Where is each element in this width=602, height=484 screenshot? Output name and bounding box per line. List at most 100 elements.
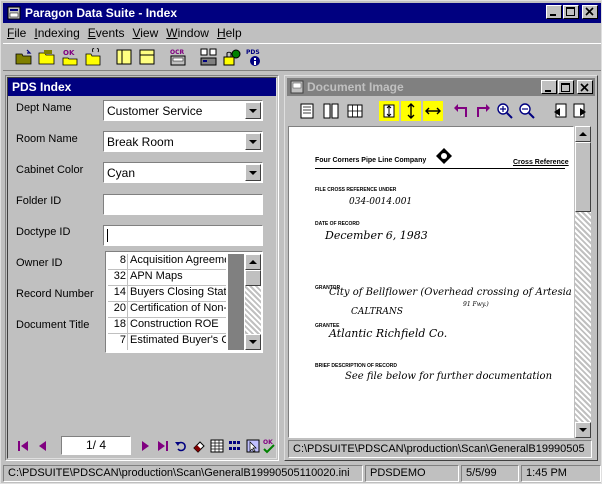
status-file-path: C:\PDSUITE\PDSCAN\production\Scan\Genera…: [3, 465, 363, 482]
last-icon: [158, 441, 168, 451]
document-toolbar: [287, 98, 595, 124]
room-name-dropdown-button[interactable]: [245, 133, 261, 150]
app-window: Paragon Data Suite - Index File Indexing…: [0, 0, 602, 484]
dept-name-dropdown-button[interactable]: [245, 102, 261, 119]
single-page-icon: [300, 103, 314, 119]
doc-minimize-button[interactable]: [541, 80, 557, 94]
doc-scroll-up-button[interactable]: [575, 126, 591, 142]
folder-id-field[interactable]: [103, 194, 263, 215]
fit-height-button[interactable]: [401, 101, 421, 121]
document-image-canvas[interactable]: Four Corners Pipe Line Company Cross Ref…: [288, 126, 574, 438]
first-record-button[interactable]: [15, 438, 31, 454]
open-folder-icon: [15, 49, 32, 65]
ocr-button[interactable]: OCR: [167, 46, 189, 68]
room-name-select[interactable]: Break Room: [103, 131, 263, 152]
thumbnails-button[interactable]: [345, 101, 365, 121]
pds-info-icon: PDS: [246, 49, 260, 66]
dept-name-label: Dept Name: [16, 102, 72, 114]
maximize-button[interactable]: [563, 5, 579, 19]
doc-maximize-button[interactable]: [558, 80, 574, 94]
close-button[interactable]: [582, 5, 598, 19]
menu-window[interactable]: Window: [162, 26, 213, 40]
doc-close-button[interactable]: [577, 80, 593, 94]
next-record-button[interactable]: [137, 438, 153, 454]
zoom-out-button[interactable]: [517, 101, 537, 121]
cabinet-color-select[interactable]: Cyan: [103, 162, 263, 183]
fit-width-button[interactable]: [423, 101, 443, 121]
undo-button[interactable]: [173, 438, 189, 454]
pds-index-title: PDS Index: [8, 78, 276, 96]
svg-text:OCR: OCR: [170, 49, 185, 56]
list-item[interactable]: 14 Buyers Closing State: [108, 286, 226, 302]
fit-page-icon: [383, 104, 395, 118]
rotate-left-button[interactable]: [451, 101, 471, 121]
zoom-in-button[interactable]: [495, 101, 515, 121]
menu-file[interactable]: File: [3, 26, 30, 40]
doctype-id-field[interactable]: [103, 225, 263, 246]
page-indicator[interactable]: 1/ 4: [61, 436, 131, 455]
menu-help[interactable]: Help: [213, 26, 246, 40]
first-icon: [18, 441, 28, 451]
fit-page-button[interactable]: [379, 101, 399, 121]
pds-info-button[interactable]: PDS: [244, 46, 266, 68]
scan-description-value: See file below for further documentation: [345, 371, 553, 382]
dept-name-select[interactable]: Customer Service: [103, 100, 263, 121]
scan-button[interactable]: [198, 46, 220, 68]
pds-index-panel: PDS Index Dept Name Customer Service Roo…: [5, 75, 279, 461]
last-record-button[interactable]: [155, 438, 171, 454]
split-vertical-button[interactable]: [113, 46, 135, 68]
lock-user-button[interactable]: [221, 46, 243, 68]
document-title-label: Document Title: [16, 319, 90, 331]
single-page-button[interactable]: [297, 101, 317, 121]
list-item[interactable]: 20 Certification of Non-: [108, 302, 226, 318]
split-horizontal-button[interactable]: [136, 46, 158, 68]
menu-indexing[interactable]: Indexing: [30, 26, 83, 40]
cabinet-color-dropdown-button[interactable]: [245, 164, 261, 181]
list-scroll-down-button[interactable]: [245, 334, 261, 350]
svg-text:OK: OK: [63, 49, 75, 57]
maximize-icon: [561, 83, 570, 92]
chevron-down-icon: [249, 171, 257, 175]
list-item[interactable]: 32 APN Maps: [108, 270, 226, 286]
minimize-button[interactable]: [546, 5, 562, 19]
ok-folder-button[interactable]: OK: [59, 46, 81, 68]
rotate-left-icon: [454, 104, 467, 117]
cabinet-color-value: Cyan: [107, 166, 136, 180]
status-user: PDSDEMO: [365, 465, 459, 482]
scan-file-label: FILE CROSS REFERENCE UNDER: [315, 187, 397, 193]
list-item[interactable]: 8 Acquisition Agreeme: [108, 254, 226, 270]
open-folder-button[interactable]: [13, 46, 35, 68]
folder-icon: [38, 50, 55, 65]
document-title-list[interactable]: 8 Acquisition Agreeme 32 APN Maps 14 Buyers…: [105, 251, 263, 353]
cursor-tool-button[interactable]: [245, 438, 261, 454]
ok-button[interactable]: OK: [261, 438, 277, 454]
table-view-button[interactable]: [209, 438, 225, 454]
grid-view-button[interactable]: [227, 438, 243, 454]
menu-events[interactable]: Events: [84, 26, 129, 40]
erase-button[interactable]: [191, 438, 207, 454]
page-back-icon: [554, 103, 567, 118]
folder-refresh-button[interactable]: [82, 46, 104, 68]
doc-scroll-down-button[interactable]: [575, 422, 591, 438]
doc-scroll-thumb[interactable]: [575, 142, 591, 212]
menu-view[interactable]: View: [128, 26, 162, 40]
document-image-window: Document Image Four Corners Pipe Line Co…: [284, 75, 598, 461]
minimize-icon: [550, 14, 556, 16]
list-item[interactable]: 7 Estimated Buyer's C: [108, 334, 226, 350]
document-vscroll[interactable]: [575, 126, 591, 438]
previous-record-button[interactable]: [35, 438, 51, 454]
folder-button[interactable]: [36, 46, 58, 68]
main-toolbar: OK OCR PDS: [3, 43, 601, 71]
list-item[interactable]: 18 Construction ROE: [108, 318, 226, 334]
rotate-right-button[interactable]: [473, 101, 493, 121]
document-window-icon: [290, 80, 304, 94]
title-bar[interactable]: Paragon Data Suite - Index: [3, 3, 601, 23]
lock-user-icon: [223, 49, 241, 66]
list-scroll-up-button[interactable]: [245, 254, 261, 270]
dept-name-value: Customer Service: [107, 104, 203, 118]
next-page-button[interactable]: [571, 101, 591, 121]
document-image-title-bar[interactable]: Document Image: [287, 78, 595, 96]
previous-page-button[interactable]: [549, 101, 569, 121]
two-page-button[interactable]: [321, 101, 341, 121]
list-scroll-thumb[interactable]: [245, 270, 261, 286]
